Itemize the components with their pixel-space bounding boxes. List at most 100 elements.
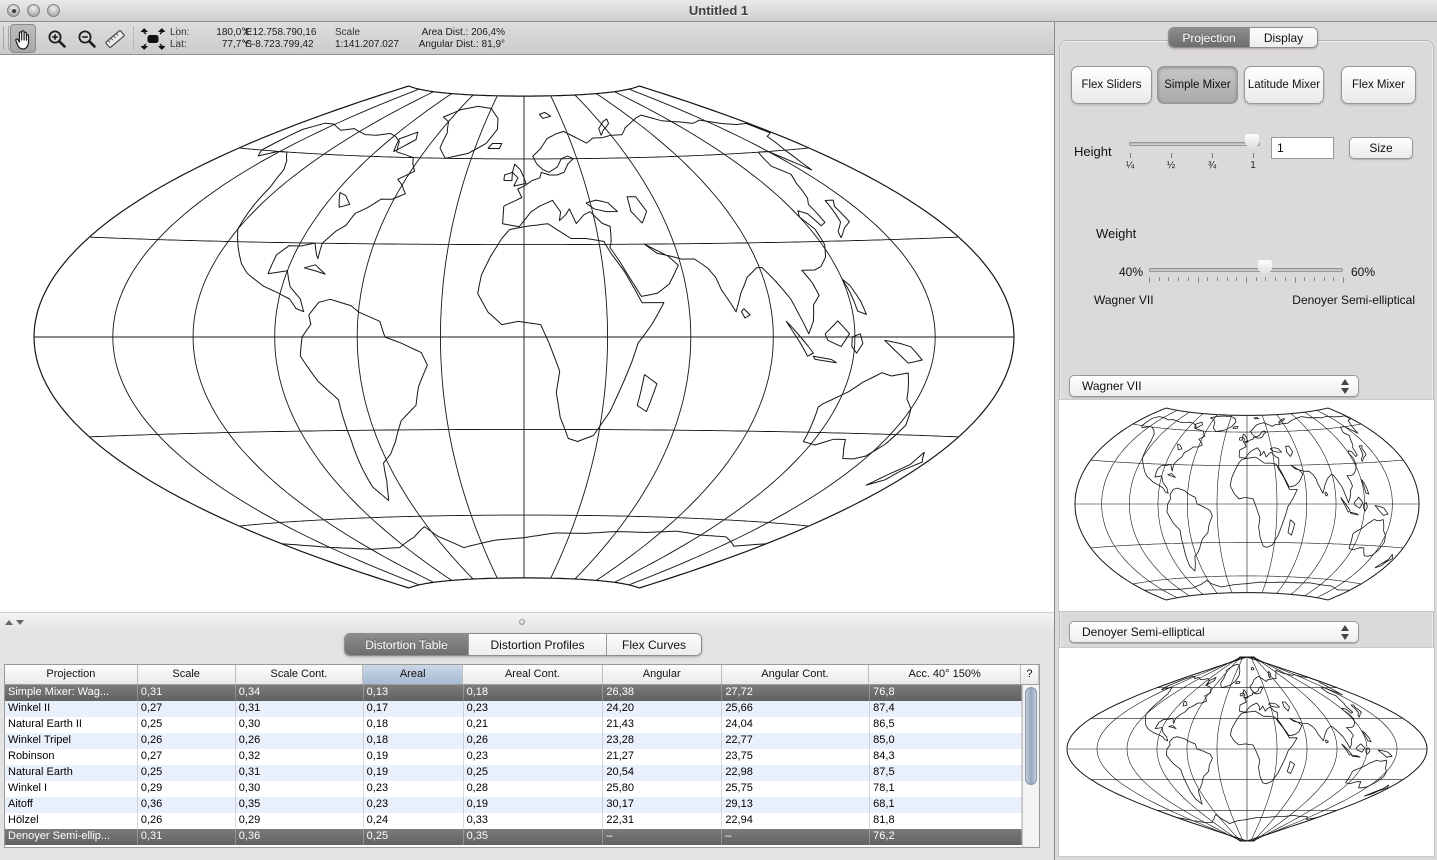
table-cell[interactable]: 87,5 bbox=[870, 765, 1022, 781]
column-header-scale-cont-[interactable]: Scale Cont. bbox=[236, 665, 364, 684]
table-corner-button[interactable]: ? bbox=[1021, 665, 1039, 684]
table-scrollbar-thumb[interactable] bbox=[1025, 687, 1037, 785]
table-cell[interactable]: 0,26 bbox=[464, 733, 604, 749]
table-cell[interactable]: 0,23 bbox=[364, 797, 464, 813]
column-header-angular-cont-[interactable]: Angular Cont. bbox=[722, 665, 870, 684]
column-header-projection[interactable]: Projection bbox=[5, 665, 138, 684]
main-map[interactable] bbox=[0, 55, 1054, 612]
table-cell[interactable]: 0,19 bbox=[364, 749, 464, 765]
zoom-in-tool-button[interactable] bbox=[44, 24, 70, 53]
table-cell[interactable]: 86,5 bbox=[870, 717, 1022, 733]
simple-mixer-button[interactable]: Simple Mixer bbox=[1157, 66, 1238, 104]
table-cell[interactable]: 0,28 bbox=[464, 781, 604, 797]
table-cell[interactable]: Aitoff bbox=[5, 797, 138, 813]
table-cell[interactable]: 76,8 bbox=[870, 685, 1022, 701]
table-cell[interactable]: 22,98 bbox=[722, 765, 870, 781]
table-cell[interactable]: 0,31 bbox=[138, 829, 236, 845]
table-cell[interactable]: 0,19 bbox=[464, 797, 604, 813]
table-cell[interactable]: 0,17 bbox=[364, 701, 464, 717]
table-row[interactable]: Simple Mixer: Wag...0,310,340,130,1826,3… bbox=[5, 685, 1022, 701]
table-cell[interactable]: 0,31 bbox=[138, 685, 236, 701]
table-cell[interactable]: 0,33 bbox=[464, 813, 604, 829]
table-cell[interactable]: 0,36 bbox=[138, 797, 236, 813]
flex-sliders-button[interactable]: Flex Sliders bbox=[1071, 66, 1152, 104]
table-cell[interactable]: 0,35 bbox=[464, 829, 604, 845]
table-cell[interactable]: 0,32 bbox=[236, 749, 364, 765]
table-cell[interactable]: 84,3 bbox=[870, 749, 1022, 765]
splitter-bar[interactable] bbox=[0, 612, 1054, 632]
table-cell[interactable]: Winkel Tripel bbox=[5, 733, 138, 749]
table-cell[interactable]: 0,19 bbox=[364, 765, 464, 781]
table-cell[interactable]: 24,20 bbox=[603, 701, 722, 717]
table-row[interactable]: Hölzel0,260,290,240,3322,3122,9481,8 bbox=[5, 813, 1022, 829]
tab-display[interactable]: Display bbox=[1250, 28, 1317, 47]
table-cell[interactable]: Hölzel bbox=[5, 813, 138, 829]
table-cell[interactable]: 23,75 bbox=[722, 749, 870, 765]
table-cell[interactable]: 0,34 bbox=[236, 685, 364, 701]
table-cell[interactable]: 22,31 bbox=[603, 813, 722, 829]
table-cell[interactable]: 25,66 bbox=[722, 701, 870, 717]
table-cell[interactable]: Simple Mixer: Wag... bbox=[5, 685, 138, 701]
table-row[interactable]: Natural Earth0,250,310,190,2520,5422,988… bbox=[5, 765, 1022, 781]
column-header-angular[interactable]: Angular bbox=[603, 665, 722, 684]
table-cell[interactable]: 0,26 bbox=[236, 733, 364, 749]
table-cell[interactable]: Natural Earth II bbox=[5, 717, 138, 733]
table-cell[interactable]: 0,27 bbox=[138, 701, 236, 717]
table-cell[interactable]: 0,25 bbox=[138, 717, 236, 733]
table-cell[interactable]: 25,75 bbox=[722, 781, 870, 797]
column-header-areal[interactable]: Areal bbox=[363, 665, 463, 684]
table-cell[interactable]: 0,25 bbox=[364, 829, 464, 845]
table-cell[interactable]: 0,18 bbox=[364, 733, 464, 749]
table-cell[interactable]: 0,13 bbox=[364, 685, 464, 701]
column-header-scale[interactable]: Scale bbox=[138, 665, 236, 684]
tab-distortion-profiles[interactable]: Distortion Profiles bbox=[469, 634, 607, 655]
tab-distortion-table[interactable]: Distortion Table bbox=[345, 634, 469, 655]
table-cell[interactable]: 24,04 bbox=[722, 717, 870, 733]
hand-tool-button[interactable] bbox=[10, 24, 36, 53]
measure-tool-button[interactable] bbox=[102, 24, 128, 53]
table-cell[interactable]: – bbox=[603, 829, 722, 845]
table-cell[interactable]: – bbox=[722, 829, 870, 845]
tab-projection[interactable]: Projection bbox=[1169, 28, 1250, 47]
table-scrollbar[interactable] bbox=[1022, 685, 1039, 847]
tab-flex-curves[interactable]: Flex Curves bbox=[607, 634, 701, 655]
table-cell[interactable]: 22,94 bbox=[722, 813, 870, 829]
zoom-out-tool-button[interactable] bbox=[74, 24, 100, 53]
height-slider-track[interactable] bbox=[1129, 142, 1260, 146]
flex-mixer-button[interactable]: Flex Mixer bbox=[1341, 66, 1416, 104]
table-cell[interactable]: Natural Earth bbox=[5, 765, 138, 781]
table-cell[interactable]: 0,25 bbox=[464, 765, 604, 781]
table-row[interactable]: Robinson0,270,320,190,2321,2723,7584,3 bbox=[5, 749, 1022, 765]
table-cell[interactable]: 0,30 bbox=[236, 717, 364, 733]
splitter-handle[interactable] bbox=[519, 619, 525, 625]
table-cell[interactable]: 0,29 bbox=[236, 813, 364, 829]
size-button[interactable]: Size bbox=[1349, 137, 1413, 159]
projection2-dropdown[interactable]: Denoyer Semi-elliptical bbox=[1069, 621, 1359, 643]
table-cell[interactable]: 0,35 bbox=[236, 797, 364, 813]
table-cell[interactable]: 0,31 bbox=[236, 701, 364, 717]
table-cell[interactable]: 81,8 bbox=[870, 813, 1022, 829]
table-cell[interactable]: 22,77 bbox=[722, 733, 870, 749]
latitude-mixer-button[interactable]: Latitude Mixer bbox=[1244, 66, 1324, 104]
table-cell[interactable]: 25,80 bbox=[603, 781, 722, 797]
weight-slider-track[interactable] bbox=[1149, 268, 1343, 272]
table-cell[interactable]: 23,28 bbox=[603, 733, 722, 749]
table-cell[interactable]: 85,0 bbox=[870, 733, 1022, 749]
table-cell[interactable]: Denoyer Semi-ellip... bbox=[5, 829, 138, 845]
table-cell[interactable]: 0,23 bbox=[464, 701, 604, 717]
table-cell[interactable]: 0,23 bbox=[364, 781, 464, 797]
table-row[interactable]: Winkel I0,290,300,230,2825,8025,7578,1 bbox=[5, 781, 1022, 797]
table-cell[interactable]: 0,23 bbox=[464, 749, 604, 765]
table-cell[interactable]: 76,2 bbox=[870, 829, 1022, 845]
table-cell[interactable]: 0,18 bbox=[464, 685, 604, 701]
column-header-areal-cont-[interactable]: Areal Cont. bbox=[463, 665, 603, 684]
table-cell[interactable]: 30,17 bbox=[603, 797, 722, 813]
table-row[interactable]: Denoyer Semi-ellip...0,310,360,250,35––7… bbox=[5, 829, 1022, 845]
table-cell[interactable]: 87,4 bbox=[870, 701, 1022, 717]
table-cell[interactable]: 27,72 bbox=[722, 685, 870, 701]
table-cell[interactable]: 0,25 bbox=[138, 765, 236, 781]
collapse-down-arrow[interactable] bbox=[16, 620, 24, 625]
table-cell[interactable]: 21,43 bbox=[603, 717, 722, 733]
table-row[interactable]: Winkel II0,270,310,170,2324,2025,6687,4 bbox=[5, 701, 1022, 717]
table-cell[interactable]: 0,18 bbox=[364, 717, 464, 733]
